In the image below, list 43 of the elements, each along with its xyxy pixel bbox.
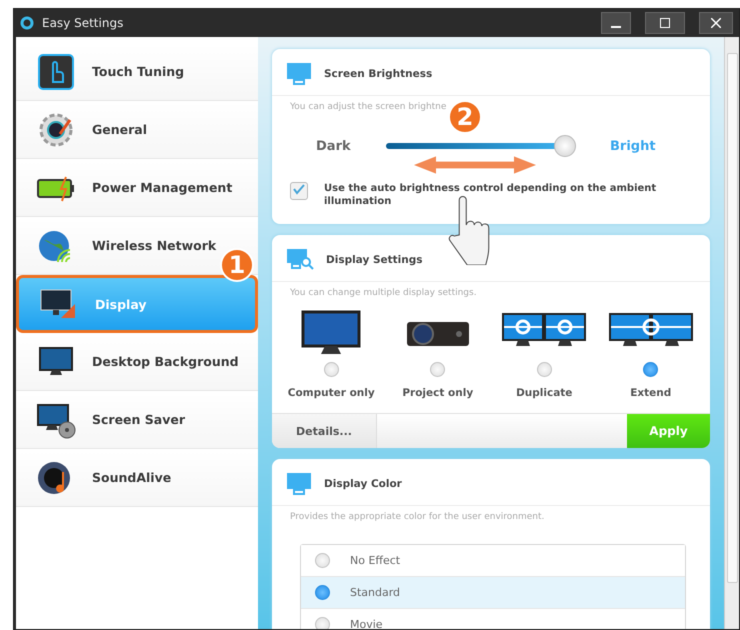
radio-button[interactable]: [430, 362, 446, 377]
minimize-icon: [611, 26, 621, 28]
card-title: Screen Brightness: [324, 68, 432, 80]
radio-button[interactable]: [536, 362, 552, 377]
close-button[interactable]: [699, 12, 733, 34]
slider-thumb[interactable]: [554, 135, 576, 157]
hint-text: You can change multiple display settings.: [289, 287, 478, 298]
radio-button[interactable]: [315, 553, 330, 568]
option-label: Computer only: [288, 387, 375, 399]
monitor-magnifier-icon: [286, 248, 314, 272]
radio-button[interactable]: [324, 362, 339, 377]
scrollbar-thumb[interactable]: [726, 53, 738, 583]
checkbox[interactable]: [290, 182, 308, 200]
option-label: Project only: [402, 387, 474, 399]
maximize-icon: [660, 18, 670, 28]
slider-max-label: Bright: [610, 138, 656, 154]
option-label: Extend: [630, 387, 672, 399]
radio-button[interactable]: [315, 585, 330, 600]
card-title: Display Color: [324, 478, 402, 490]
monitor-icon: [286, 62, 312, 86]
monitor-icon: [301, 310, 362, 356]
option-label: Duplicate: [516, 387, 572, 399]
option-label: No Effect: [350, 554, 400, 567]
list-item[interactable]: No Effect: [301, 545, 685, 577]
close-icon: [711, 18, 721, 28]
list-item[interactable]: Standard: [301, 577, 685, 609]
option-label: Movie: [350, 618, 383, 629]
checkbox-label: Use the auto brightness control depending on the ambient illumination: [324, 182, 658, 208]
radio-button[interactable]: [315, 617, 330, 629]
slider-min-label: Dark: [316, 138, 352, 154]
scrollbar[interactable]: [724, 37, 739, 629]
card-title: Display Settings: [326, 254, 423, 266]
details-button[interactable]: Details...: [272, 414, 377, 448]
double-arrow-icon: [414, 155, 536, 175]
maximize-button[interactable]: [645, 12, 685, 34]
monitor-icon: [286, 472, 312, 496]
option-label: Standard: [350, 586, 400, 599]
minimize-button[interactable]: [601, 12, 631, 34]
hint-text: You can adjust the screen brightne: [289, 101, 448, 112]
radio-button[interactable]: [643, 362, 658, 377]
hint-text: Provides the appropriate color for the user environment.: [289, 511, 546, 522]
window-title: Easy Settings: [42, 16, 124, 30]
app-logo-icon: [20, 16, 34, 30]
